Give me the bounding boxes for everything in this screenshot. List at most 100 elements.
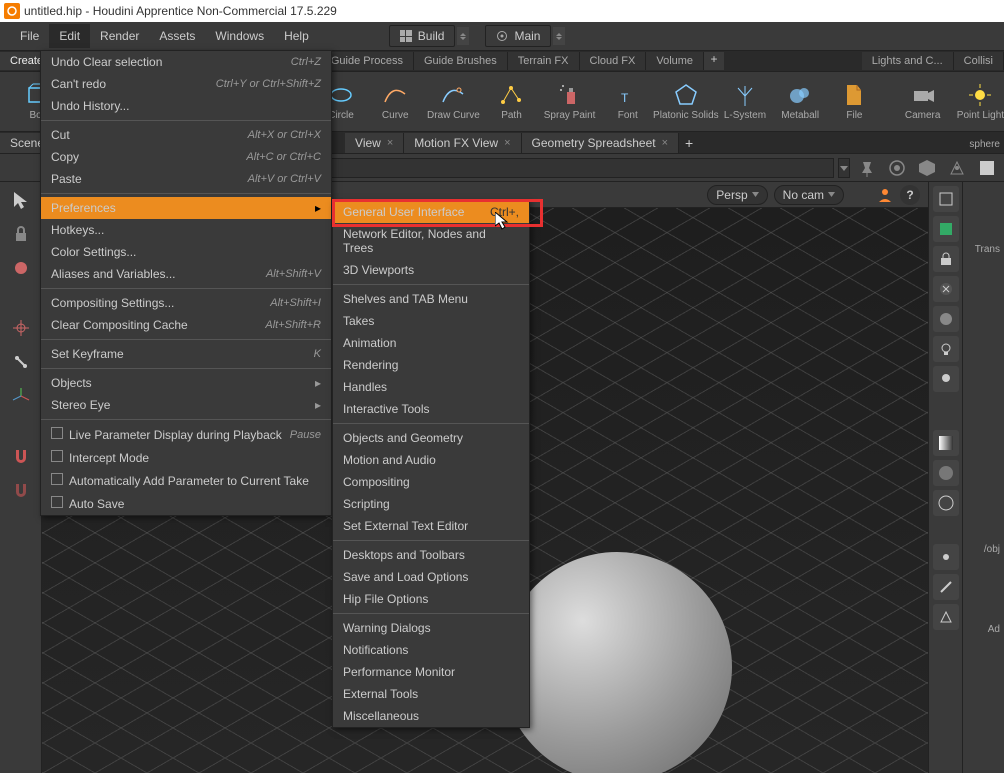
tool-drawcurve[interactable]: Draw Curve [429,82,477,121]
tool-spray[interactable]: Spray Paint [546,82,594,121]
handle-icon[interactable] [7,314,35,342]
menu-item[interactable]: Color Settings... [41,241,331,263]
close-icon[interactable]: × [504,137,510,149]
shelf-tab[interactable]: Lights and C... [862,52,954,70]
submenu-item[interactable]: Network Editor, Nodes and Trees [333,223,529,259]
pin-icon[interactable] [854,157,880,179]
submenu-item[interactable]: Desktops and Toolbars [333,544,529,566]
menu-item[interactable]: Compositing Settings...Alt+Shift+I [41,292,331,314]
display-lock-icon[interactable] [933,246,959,272]
tool-camera[interactable]: Camera [903,82,943,121]
menu-item[interactable]: CutAlt+X or Ctrl+X [41,124,331,146]
menu-item[interactable]: Preferences▸ [41,197,331,219]
menu-item[interactable]: Automatically Add Parameter to Current T… [41,469,331,492]
shading-2[interactable] [933,460,959,486]
pane-tab-view[interactable]: View× [345,133,404,153]
eye-icon[interactable] [884,157,910,179]
submenu-item[interactable]: 3D Viewports [333,259,529,281]
snap-icon[interactable] [7,254,35,282]
menu-item[interactable]: Stereo Eye▸ [41,394,331,416]
menu-item[interactable]: Set KeyframeK [41,343,331,365]
radial-selector[interactable]: Main [485,25,551,47]
desktop-selector[interactable]: Build [389,25,456,47]
shelf-tab[interactable]: Cloud FX [580,52,647,70]
display-bulb2-icon[interactable] [933,366,959,392]
shelf-tab[interactable]: Guide Process [321,52,414,70]
submenu-item[interactable]: Takes [333,310,529,332]
submenu-item[interactable]: Handles [333,376,529,398]
shelf-tab[interactable]: Volume [646,52,704,70]
shelf-tab[interactable]: Guide Brushes [414,52,508,70]
submenu-item[interactable]: Compositing [333,471,529,493]
bones-icon[interactable] [7,348,35,376]
submenu-item[interactable]: Save and Load Options [333,566,529,588]
menu-item[interactable]: Clear Compositing CacheAlt+Shift+R [41,314,331,336]
shading-3[interactable] [933,490,959,516]
tool-pointlight[interactable]: Point Light [957,82,1004,121]
tool-metaball[interactable]: Metaball [780,82,820,121]
pane-tab-motionfx[interactable]: Motion FX View× [404,133,521,153]
display-close-icon[interactable] [933,276,959,302]
close-icon[interactable]: × [387,137,393,149]
persp-selector[interactable]: Persp [707,185,767,205]
dot-icon[interactable] [933,544,959,570]
shelf-tab[interactable]: Collisi [954,52,1004,70]
shelf-add-button[interactable]: + [704,52,724,70]
tool-font[interactable]: TFont [608,82,648,121]
submenu-item[interactable]: Performance Monitor [333,661,529,683]
submenu-item[interactable]: Scripting [333,493,529,515]
menu-item[interactable]: CopyAlt+C or Ctrl+C [41,146,331,168]
menu-help[interactable]: Help [274,24,319,48]
menu-item[interactable]: PasteAlt+V or Ctrl+V [41,168,331,190]
camera-selector[interactable]: No cam [774,185,844,205]
menu-item[interactable]: Can't redoCtrl+Y or Ctrl+Shift+Z [41,73,331,95]
sphere-object[interactable] [502,552,732,773]
lock-icon[interactable] [7,220,35,248]
menu-file[interactable]: File [10,24,49,48]
menu-item[interactable]: Undo History... [41,95,331,117]
cube-icon[interactable] [914,157,940,179]
pane-add-button[interactable]: + [679,133,699,153]
menu-edit[interactable]: Edit [49,24,90,48]
shelf-tab[interactable]: Terrain FX [508,52,580,70]
submenu-item[interactable]: Miscellaneous [333,705,529,727]
submenu-item[interactable]: Set External Text Editor [333,515,529,537]
pane-tab-geo[interactable]: Geometry Spreadsheet× [522,133,680,153]
submenu-item[interactable]: Objects and Geometry [333,427,529,449]
menu-item[interactable]: Auto Save [41,492,331,515]
submenu-item[interactable]: Animation [333,332,529,354]
tool-path[interactable]: Path [491,82,531,121]
tool-lsystem[interactable]: L-System [724,82,766,121]
tool-platonic[interactable]: Platonic Solids [662,82,710,121]
display-sphere-icon[interactable] [933,306,959,332]
path-dropdown[interactable] [838,158,850,178]
submenu-item[interactable]: Hip File Options [333,588,529,610]
menu-item[interactable]: Hotkeys... [41,219,331,241]
submenu-item[interactable]: External Tools [333,683,529,705]
display-opt-2[interactable] [933,216,959,242]
display-opt-1[interactable] [933,186,959,212]
close-icon[interactable]: × [662,137,668,149]
shading-1[interactable] [933,430,959,456]
submenu-item[interactable]: Rendering [333,354,529,376]
help-icon[interactable]: ? [900,185,920,205]
submenu-item[interactable]: Shelves and TAB Menu [333,288,529,310]
menu-item[interactable]: Undo Clear selectionCtrl+Z [41,51,331,73]
menu-render[interactable]: Render [90,24,149,48]
line-icon[interactable] [933,574,959,600]
submenu-item[interactable]: Notifications [333,639,529,661]
menu-item[interactable]: Aliases and Variables...Alt+Shift+V [41,263,331,285]
submenu-item[interactable]: Warning Dialogs [333,617,529,639]
tool-file[interactable]: File [834,82,874,121]
magnet-icon[interactable] [7,442,35,470]
menu-assets[interactable]: Assets [149,24,205,48]
menu-item[interactable]: Intercept Mode [41,446,331,469]
axes-icon[interactable] [7,382,35,410]
camera-frame-icon[interactable] [944,157,970,179]
menu-item[interactable]: Objects▸ [41,372,331,394]
submenu-item[interactable]: Motion and Audio [333,449,529,471]
submenu-item[interactable]: Interactive Tools [333,398,529,420]
tri-icon[interactable] [933,604,959,630]
submenu-item[interactable]: General User InterfaceCtrl+, [333,201,529,223]
menu-windows[interactable]: Windows [205,24,274,48]
